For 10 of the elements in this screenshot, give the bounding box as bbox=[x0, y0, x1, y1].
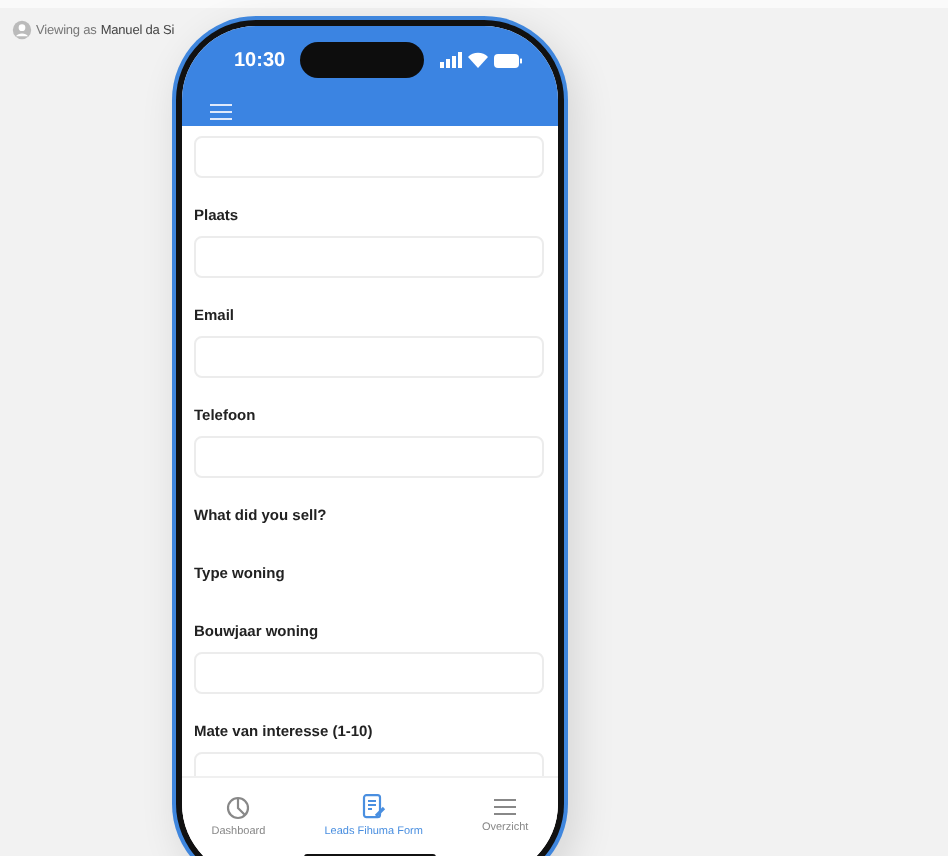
pie-chart-icon bbox=[226, 795, 251, 819]
menu-icon bbox=[494, 798, 517, 816]
document-edit-icon bbox=[361, 794, 386, 820]
signal-icon bbox=[439, 52, 462, 68]
dynamic-island bbox=[300, 42, 425, 78]
status-time: 10:30 bbox=[234, 49, 286, 71]
battery-icon bbox=[493, 53, 522, 67]
user-icon bbox=[12, 20, 32, 40]
wifi-icon bbox=[467, 52, 488, 68]
menu-icon[interactable] bbox=[210, 104, 232, 120]
